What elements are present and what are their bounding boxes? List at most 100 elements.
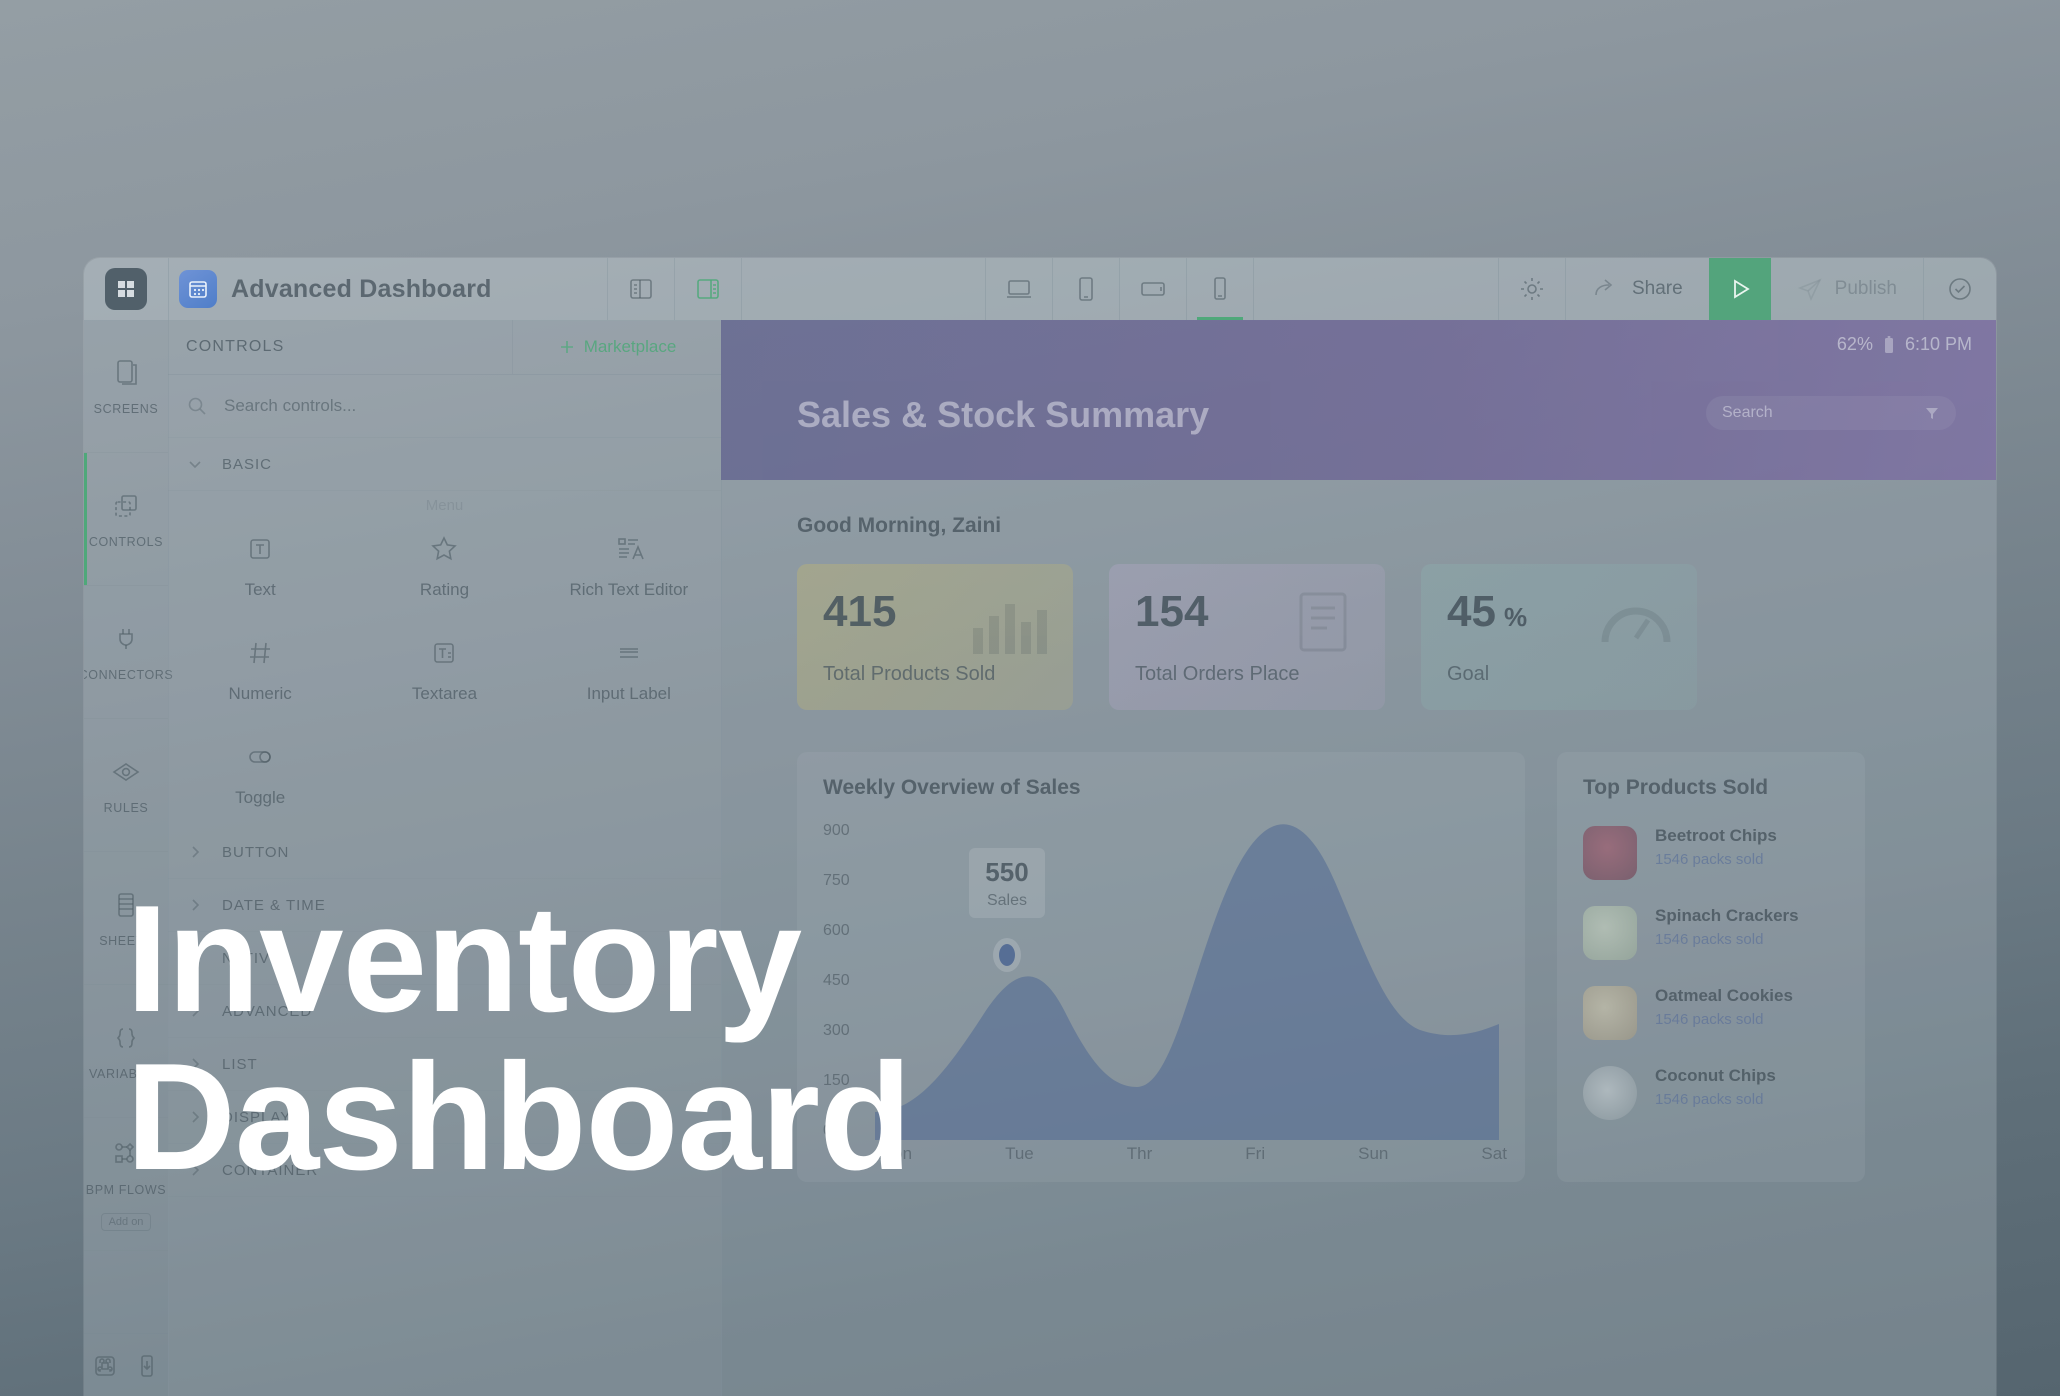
check-circle-icon bbox=[1945, 274, 1975, 304]
top-products-widget: Top Products Sold Beetroot Chips 1546 pa… bbox=[1557, 752, 1865, 1182]
product-name: Coconut Chips bbox=[1655, 1066, 1776, 1085]
list-item[interactable]: Spinach Crackers 1546 packs sold bbox=[1583, 906, 1865, 960]
chevron-right-icon bbox=[186, 843, 204, 861]
command-icon bbox=[92, 1353, 118, 1379]
control-rich-text-editor[interactable]: Rich Text Editor bbox=[537, 514, 721, 618]
save-status-button[interactable] bbox=[1924, 258, 1996, 320]
left-rail: SCREENS CONTROLS CONNECTORS RULES SHEETS… bbox=[84, 320, 173, 1396]
overlay-headline: Inventory Dashboard bbox=[126, 880, 1126, 1196]
rail-bottom-bar bbox=[84, 1333, 168, 1396]
add-on-badge: Add on bbox=[100, 1213, 152, 1231]
x-tick: Fri bbox=[1245, 1144, 1266, 1163]
stat-card-products-sold[interactable]: 415 Total Products Sold bbox=[797, 564, 1073, 710]
x-tick: Sun bbox=[1358, 1144, 1389, 1163]
brand-logo-button[interactable] bbox=[84, 258, 168, 320]
x-tick: Thr bbox=[1126, 1144, 1153, 1163]
controls-icon bbox=[109, 489, 143, 523]
publish-label: Publish bbox=[1834, 278, 1897, 299]
layout-left-panel-button[interactable] bbox=[608, 258, 674, 320]
control-label: Rich Text Editor bbox=[569, 580, 689, 599]
control-label: Toggle bbox=[235, 788, 286, 807]
mobile-icon bbox=[1205, 274, 1235, 304]
control-numeric[interactable]: Numeric bbox=[168, 618, 352, 722]
product-meta: 1546 packs sold bbox=[1655, 1011, 1764, 1028]
stat-label: Total Products Sold bbox=[823, 663, 996, 685]
download-mobile-button[interactable] bbox=[126, 1334, 168, 1396]
command-shortcut-button[interactable] bbox=[84, 1334, 126, 1396]
status-bar: 62% 6:10 PM bbox=[1837, 334, 1972, 355]
list-item[interactable]: Oatmeal Cookies 1546 packs sold bbox=[1583, 986, 1865, 1040]
controls-grid: Text Rating Rich Text Editor Numeric Tex… bbox=[168, 514, 721, 826]
control-input-label[interactable]: Input Label bbox=[537, 618, 721, 722]
list-item[interactable]: Coconut Chips 1546 packs sold bbox=[1583, 1066, 1865, 1120]
screenshot-stage: Advanced Dashboard Share Publish SCREENS… bbox=[0, 0, 2060, 1396]
group-basic[interactable]: BASIC bbox=[168, 438, 721, 491]
sidebar-item-label: SCREENS bbox=[93, 402, 159, 416]
publish-button[interactable]: Publish bbox=[1771, 258, 1923, 320]
control-label: Input Label bbox=[586, 684, 671, 703]
control-label: Textarea bbox=[411, 684, 478, 703]
overlay-line-2: Dashboard bbox=[126, 1032, 912, 1203]
coconut-chips-thumb bbox=[1583, 1066, 1637, 1120]
layout-split-panel-icon bbox=[694, 275, 722, 303]
marketplace-button[interactable]: Marketplace bbox=[512, 320, 721, 374]
layout-split-panel-button[interactable] bbox=[675, 258, 741, 320]
layout-left-panel-icon bbox=[627, 275, 655, 303]
product-meta: 1546 packs sold bbox=[1655, 931, 1764, 948]
app-title-group[interactable]: Advanced Dashboard bbox=[169, 258, 607, 320]
battery-icon bbox=[1883, 335, 1895, 355]
oatmeal-cookies-thumb bbox=[1583, 986, 1637, 1040]
battery-percent: 62% bbox=[1836, 334, 1873, 354]
sidebar-item-screens[interactable]: SCREENS bbox=[84, 320, 168, 453]
device-desktop-button[interactable] bbox=[986, 258, 1052, 320]
sidebar-item-label: CONNECTORS bbox=[84, 668, 174, 682]
device-tablet-button[interactable] bbox=[1053, 258, 1119, 320]
sidebar-item-connectors[interactable]: CONNECTORS bbox=[84, 586, 173, 719]
sidebar-item-label: RULES bbox=[103, 801, 149, 815]
sidebar-item-rules[interactable]: RULES bbox=[84, 719, 168, 852]
device-mobile-button[interactable] bbox=[1187, 258, 1253, 320]
beetroot-chips-thumb bbox=[1583, 826, 1637, 880]
control-text[interactable]: Text bbox=[168, 514, 352, 618]
control-textarea[interactable]: Textarea bbox=[352, 618, 536, 722]
product-meta: 1546 packs sold bbox=[1655, 851, 1764, 868]
product-name: Spinach Crackers bbox=[1655, 906, 1799, 925]
play-icon bbox=[1727, 276, 1753, 302]
control-label: Numeric bbox=[228, 684, 292, 703]
sidebar-item-label: CONTROLS bbox=[88, 535, 164, 549]
share-button[interactable]: Share bbox=[1566, 258, 1709, 320]
settings-button[interactable] bbox=[1499, 258, 1565, 320]
calendar-app-icon bbox=[179, 270, 217, 308]
control-toggle[interactable]: Toggle bbox=[168, 722, 352, 826]
search-placeholder: Search controls... bbox=[224, 396, 357, 415]
share-label: Share bbox=[1631, 278, 1683, 299]
desktop-icon bbox=[1004, 274, 1034, 304]
group-button[interactable]: BUTTON bbox=[168, 826, 721, 879]
stat-card-goal[interactable]: 45% Goal bbox=[1421, 564, 1697, 710]
stat-card-orders-placed[interactable]: 154 Total Orders Place bbox=[1109, 564, 1385, 710]
text-box-icon bbox=[243, 532, 277, 566]
marketplace-label: Marketplace bbox=[583, 337, 677, 356]
device-tablet-landscape-button[interactable] bbox=[1120, 258, 1186, 320]
dashboard-search-input[interactable]: Search bbox=[1706, 396, 1956, 430]
sidebar-item-controls[interactable]: CONTROLS bbox=[84, 453, 168, 586]
dashboard-title: Sales & Stock Summary bbox=[797, 394, 1210, 435]
phone-header: 62% 6:10 PM Sales & Stock Summary Search bbox=[721, 320, 1996, 480]
product-meta: 1546 packs sold bbox=[1655, 1091, 1764, 1108]
list-item[interactable]: Beetroot Chips 1546 packs sold bbox=[1583, 826, 1865, 880]
y-tick: 900 bbox=[823, 822, 850, 839]
download-mobile-icon bbox=[134, 1353, 160, 1379]
preview-play-button[interactable] bbox=[1708, 258, 1771, 320]
controls-panel-title: CONTROLS bbox=[186, 338, 285, 355]
tablet-icon bbox=[1071, 274, 1101, 304]
chevron-down-icon bbox=[186, 455, 204, 473]
search-input[interactable]: Search controls... bbox=[168, 375, 721, 438]
device-selector-group bbox=[986, 258, 1253, 320]
paper-plane-icon bbox=[1797, 277, 1823, 301]
brand-logo-icon bbox=[105, 268, 147, 310]
plus-icon bbox=[558, 338, 576, 356]
control-rating[interactable]: Rating bbox=[352, 514, 536, 618]
preview-canvas: 62% 6:10 PM Sales & Stock Summary Search bbox=[721, 320, 1996, 1396]
